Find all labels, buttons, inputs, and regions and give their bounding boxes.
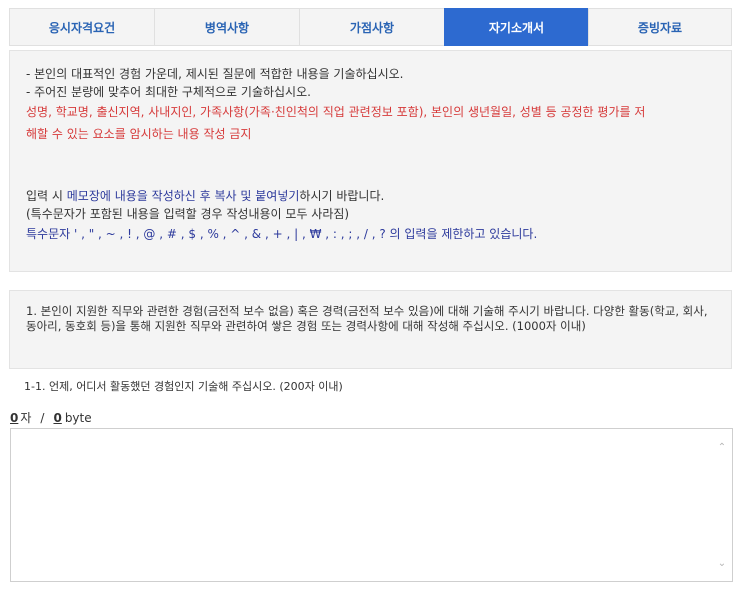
char-count-unit: 자 xyxy=(20,411,32,425)
tab-supporting-documents[interactable]: 증빙자료 xyxy=(588,8,732,46)
tab-eligibility[interactable]: 응시자격요건 xyxy=(9,8,154,46)
counter-separator: / xyxy=(40,411,45,425)
byte-count-unit: byte xyxy=(64,411,92,425)
writing-guide-box: - 본인의 대표적인 경험 가운데, 제시된 질문에 적합한 내용을 기술하십시… xyxy=(9,50,732,272)
guide-line-2: - 주어진 분량에 맞추어 최대한 구체적으로 기술하십시오. xyxy=(26,85,311,99)
char-count: 0 xyxy=(10,411,19,425)
subquestion-text: 1-1. 언제, 어디서 활동했던 경험인지 기술해 주십시오. (200자 이… xyxy=(24,380,343,393)
guide-special-char-note: (특수문자가 포함된 내용을 입력할 경우 작성내용이 모두 사라짐) xyxy=(26,207,350,221)
scroll-down-arrow-icon[interactable]: ⌄ xyxy=(716,559,728,569)
tab-military[interactable]: 병역사항 xyxy=(154,8,299,46)
guide-line-1: - 본인의 대표적인 경험 가운데, 제시된 질문에 적합한 내용을 기술하십시… xyxy=(26,67,404,81)
question-text: 1. 본인이 지원한 직무와 관련한 경험(금전적 보수 없음) 혹은 경력(금… xyxy=(26,304,708,333)
tab-bar: 응시자격요건 병역사항 가점사항 자기소개서 증빙자료 xyxy=(9,8,732,46)
answer-textarea[interactable] xyxy=(11,429,732,581)
guide-special-char-list: 특수문자 ' , " , ~ , ! , @ , # , $ , % , ^ ,… xyxy=(26,227,538,241)
tab-cover-letter[interactable]: 자기소개서 xyxy=(444,8,588,46)
scroll-up-arrow-icon[interactable]: ⌃ xyxy=(716,443,728,453)
guide-warning-line-2: 해할 수 있는 요소를 암시하는 내용 작성 금지 xyxy=(26,127,252,141)
guide-warning-line-1: 성명, 학교명, 출신지역, 사내지인, 가족사항(가족·친인척의 직업 관련정… xyxy=(26,105,646,119)
character-counter: 0 자/0 byte xyxy=(10,409,92,426)
input-instruction-suffix: 하시기 바랍니다. xyxy=(299,189,385,203)
question-box: 1. 본인이 지원한 직무와 관련한 경험(금전적 보수 없음) 혹은 경력(금… xyxy=(9,290,732,369)
byte-count: 0 xyxy=(53,411,62,425)
guide-input-instruction: 입력 시 메모장에 내용을 작성하신 후 복사 및 붙여넣기하시기 바랍니다. xyxy=(26,187,717,205)
input-instruction-prefix: 입력 시 xyxy=(26,189,67,203)
input-instruction-memo: 메모장에 내용을 작성하신 후 복사 및 붙여넣기 xyxy=(66,189,300,203)
tab-bonus-points[interactable]: 가점사항 xyxy=(299,8,444,46)
answer-textarea-container: ⌃ ⌄ xyxy=(10,428,733,582)
